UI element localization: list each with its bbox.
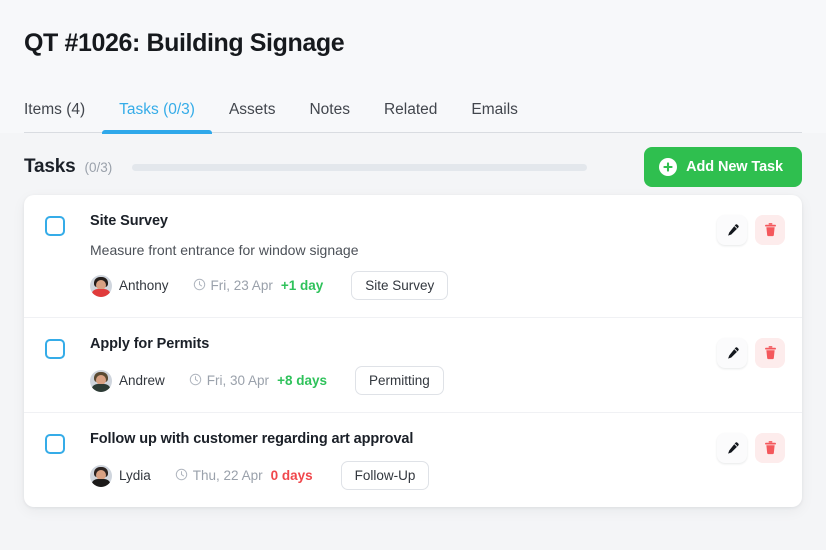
- task-due-delta: +8 days: [277, 373, 327, 388]
- task-tag[interactable]: Follow-Up: [340, 461, 430, 490]
- task-list-card: Site Survey Measure front entrance for wi…: [24, 195, 802, 507]
- tasks-heading: Tasks: [24, 156, 76, 177]
- task-checkbox[interactable]: [45, 339, 65, 359]
- task-meta: Andrew Fri, 30 Apr +8 days Permitting: [90, 366, 717, 395]
- tab-tasks-0-3[interactable]: Tasks (0/3): [102, 100, 212, 134]
- task-tag[interactable]: Site Survey: [351, 271, 449, 300]
- task-due: Fri, 23 Apr +1 day: [193, 278, 324, 294]
- tab-label: Notes: [309, 101, 350, 118]
- tab-label: Emails: [471, 101, 518, 118]
- tab-assets[interactable]: Assets: [212, 100, 293, 132]
- edit-task-button[interactable]: [717, 215, 747, 245]
- page-header: QT #1026: Building Signage Items (4) Task…: [0, 0, 826, 134]
- tab-bar: Items (4) Tasks (0/3) Assets Notes Related Em…: [24, 100, 802, 134]
- tab-label: Assets: [228, 101, 276, 118]
- task-tag[interactable]: Permitting: [354, 366, 444, 395]
- plus-circle-icon: [659, 158, 678, 176]
- delete-task-button[interactable]: [755, 215, 785, 245]
- tasks-section-header: Tasks (0/3) Add New Task: [24, 133, 802, 195]
- task-due-delta: +1 day: [280, 278, 324, 293]
- task-row: Apply for Permits Andrew Fri, 30 Apr +8 day…: [24, 318, 802, 413]
- task-due-delta: 0 days: [270, 468, 313, 483]
- task-title: Apply for Permits: [90, 336, 210, 352]
- task-title: Follow up with customer regarding art ap…: [90, 431, 414, 447]
- add-new-task-button[interactable]: Add New Task: [644, 147, 802, 187]
- clock-icon: [175, 468, 188, 484]
- tab-label: Related: [383, 101, 438, 118]
- avatar: [90, 369, 112, 392]
- tasks-progress-bar: [132, 163, 588, 171]
- task-actions: [717, 433, 785, 463]
- task-due: Thu, 22 Apr 0 days: [175, 468, 313, 484]
- tasks-count: (0/3): [84, 159, 113, 175]
- tab-notes[interactable]: Notes: [292, 100, 367, 132]
- task-assignee: Lydia: [119, 468, 151, 483]
- pencil-icon: [725, 346, 740, 361]
- page-title: QT #1026: Building Signage: [24, 29, 345, 57]
- tab-emails[interactable]: Emails: [454, 100, 535, 132]
- task-content: Apply for Permits Andrew Fri, 30 Apr +8 day…: [65, 335, 717, 395]
- trash-icon: [763, 345, 778, 361]
- avatar: [90, 274, 112, 297]
- task-title: Site Survey: [90, 213, 168, 229]
- task-checkbox[interactable]: [45, 216, 65, 236]
- task-due-date: Thu, 22 Apr: [192, 468, 263, 483]
- task-content: Site Survey Measure front entrance for wi…: [65, 212, 717, 300]
- tasks-section: Tasks (0/3) Add New Task Site Survey Meas…: [0, 133, 826, 507]
- avatar: [90, 464, 112, 487]
- task-meta: Lydia Thu, 22 Apr 0 days Follow-Up: [90, 461, 717, 490]
- task-due-date: Fri, 30 Apr: [206, 373, 270, 388]
- delete-task-button[interactable]: [755, 338, 785, 368]
- task-actions: [717, 338, 785, 368]
- task-actions: [717, 215, 785, 245]
- edit-task-button[interactable]: [717, 433, 747, 463]
- add-new-task-label: Add New Task: [686, 159, 783, 175]
- task-due-date: Fri, 23 Apr: [210, 278, 273, 293]
- task-description: Measure front entrance for window signag…: [90, 242, 359, 258]
- edit-task-button[interactable]: [717, 338, 747, 368]
- trash-icon: [763, 222, 778, 238]
- task-meta: Anthony Fri, 23 Apr +1 day Site Survey: [90, 271, 717, 300]
- tab-label: Tasks (0/3): [119, 101, 195, 118]
- pencil-icon: [725, 441, 740, 456]
- tab-label: Items (4): [24, 101, 86, 118]
- task-assignee: Anthony: [119, 278, 169, 293]
- task-assignee: Andrew: [119, 373, 165, 388]
- task-row: Follow up with customer regarding art ap…: [24, 413, 802, 507]
- task-due: Fri, 30 Apr +8 days: [189, 373, 327, 389]
- tab-items-4[interactable]: Items (4): [24, 100, 102, 132]
- pencil-icon: [725, 223, 740, 238]
- delete-task-button[interactable]: [755, 433, 785, 463]
- task-row: Site Survey Measure front entrance for wi…: [24, 195, 802, 318]
- tab-related[interactable]: Related: [367, 100, 454, 132]
- task-content: Follow up with customer regarding art ap…: [65, 430, 717, 490]
- task-checkbox[interactable]: [45, 434, 65, 454]
- clock-icon: [193, 278, 206, 294]
- trash-icon: [763, 440, 778, 456]
- clock-icon: [189, 373, 202, 389]
